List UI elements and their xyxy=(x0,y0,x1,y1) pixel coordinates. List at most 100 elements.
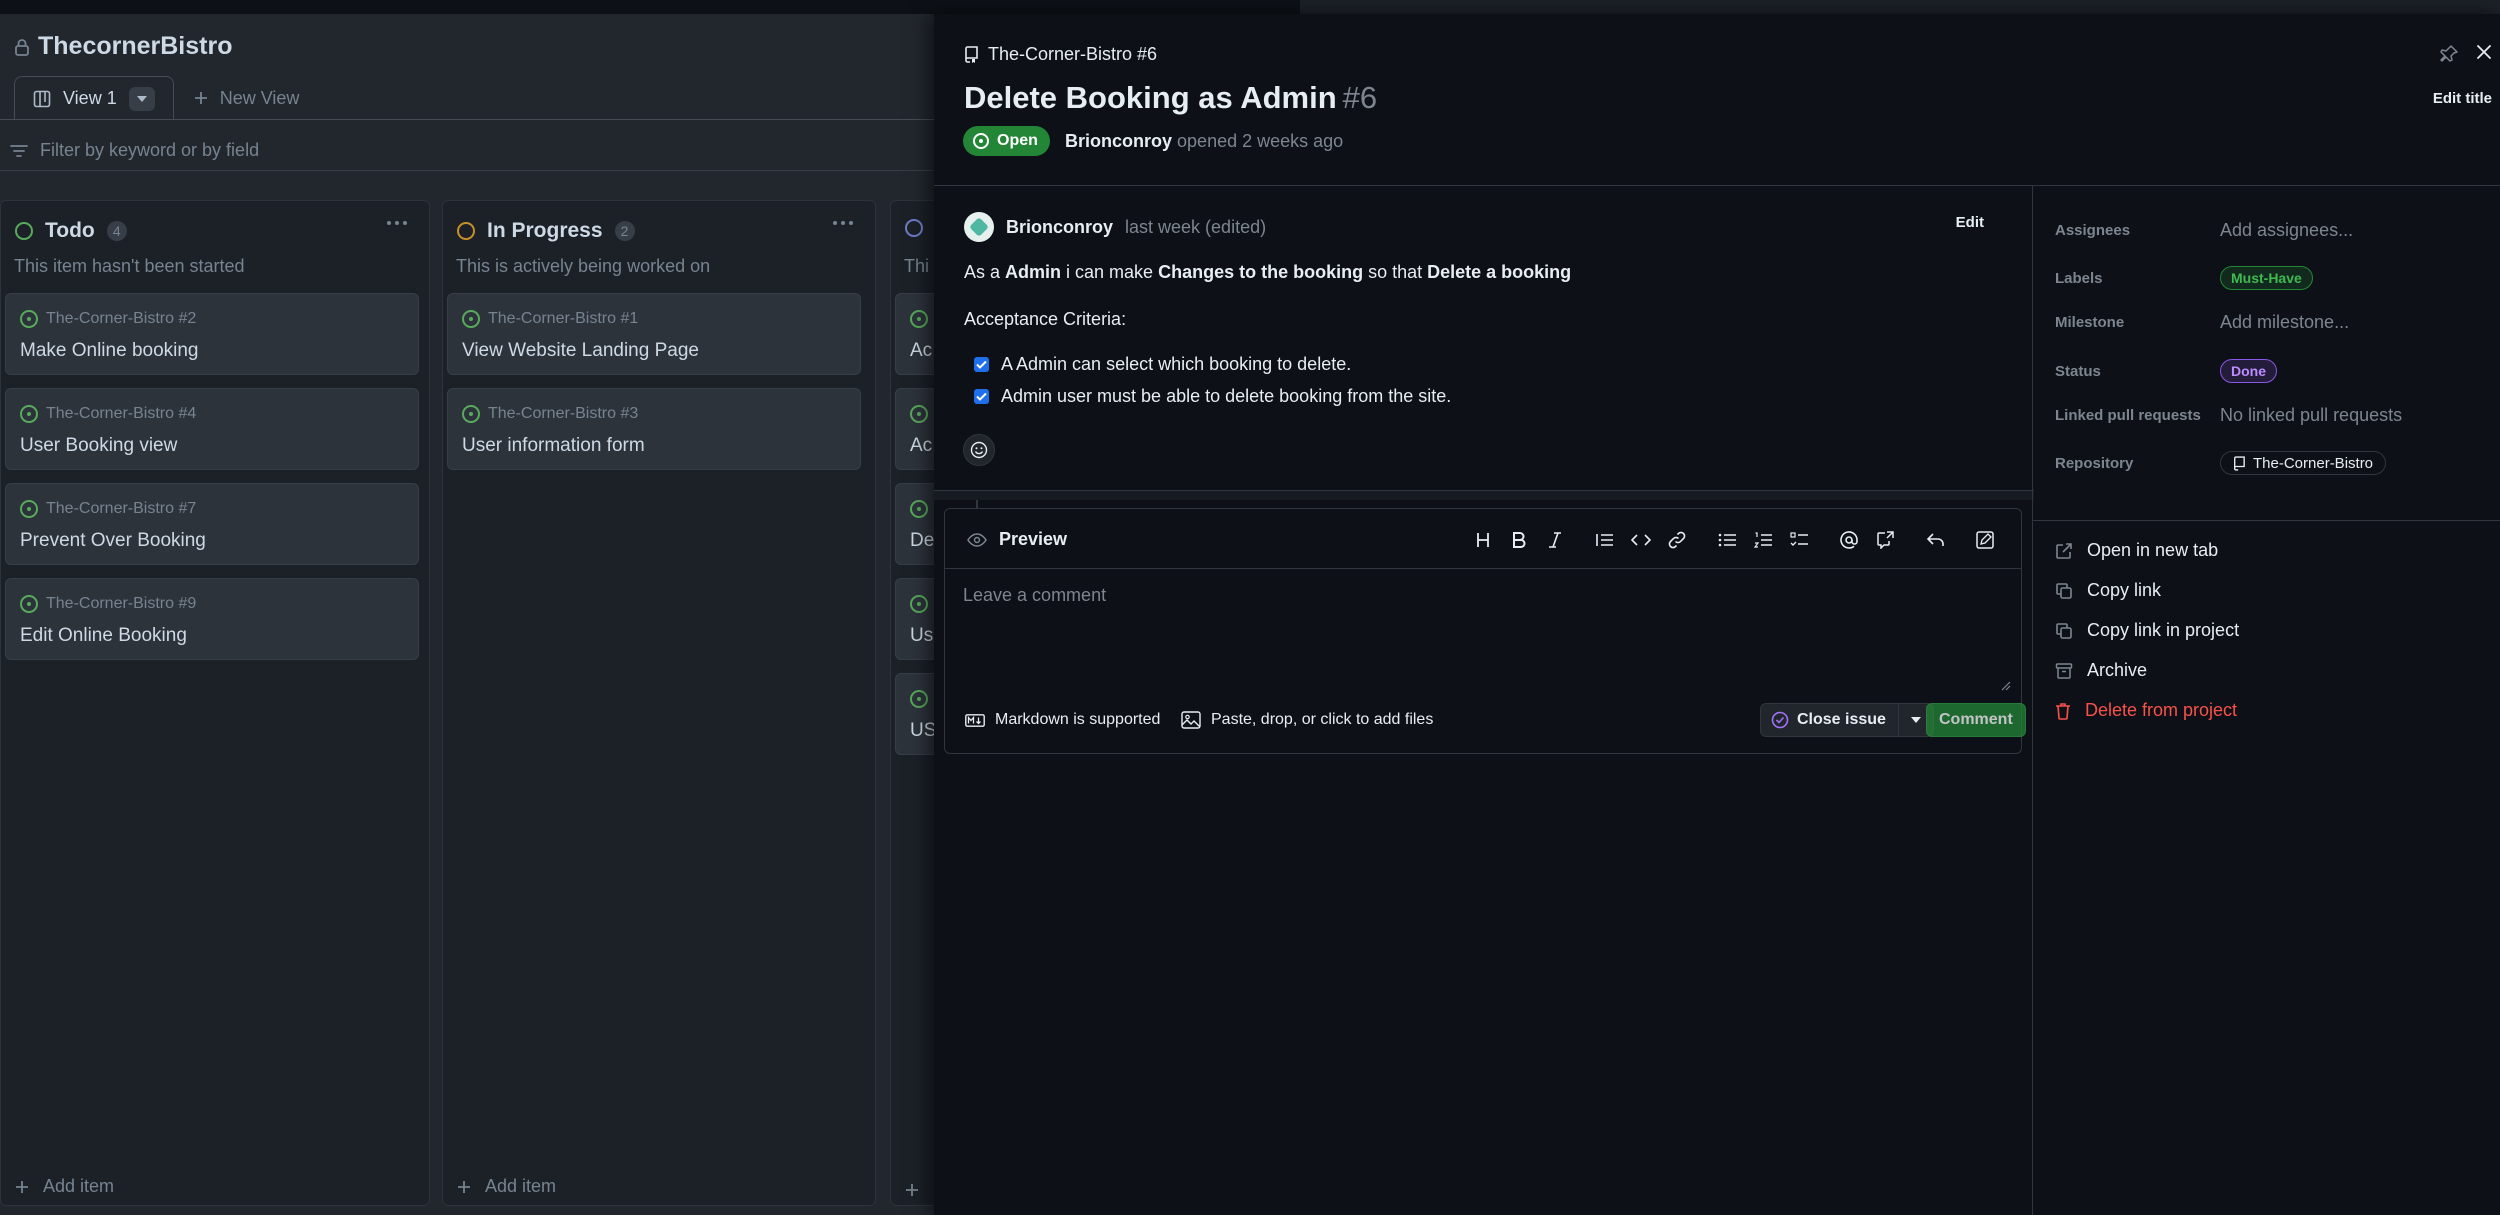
mention-button[interactable] xyxy=(1831,525,1867,555)
board-card[interactable]: The-Corner-Bistro #7 Prevent Over Bookin… xyxy=(5,483,419,565)
card-title[interactable]: User information form xyxy=(462,435,645,457)
quote-button[interactable] xyxy=(1587,525,1623,555)
issue-open-icon xyxy=(910,595,928,613)
column-menu-button[interactable] xyxy=(833,221,853,225)
board-card[interactable]: The-Corner-Bistro #2 Make Online booking xyxy=(5,293,419,375)
tab-preview[interactable]: Preview xyxy=(967,529,1067,550)
card-title[interactable]: Edit Online Booking xyxy=(20,625,187,647)
board-card[interactable]: The-Corner-Bistro #4 User Booking view xyxy=(5,388,419,470)
action-label: Delete from project xyxy=(2085,700,2238,720)
card-title[interactable]: Us xyxy=(910,625,933,647)
link-button[interactable] xyxy=(1659,525,1695,555)
card-title[interactable]: Prevent Over Booking xyxy=(20,530,206,552)
card-title[interactable]: Ac xyxy=(910,435,932,457)
edit-title-button[interactable]: Edit title xyxy=(2433,90,2492,107)
close-panel-button[interactable] xyxy=(2474,42,2494,62)
italic-icon xyxy=(1549,532,1561,548)
new-view-button[interactable]: New View xyxy=(174,87,300,109)
markdown-link[interactable]: Markdown is supported xyxy=(965,711,1160,729)
comment-composer: Preview Leave a comment Markdown is supp… xyxy=(944,508,2026,754)
card-title[interactable]: Ac xyxy=(910,340,932,362)
plus-icon xyxy=(16,1180,28,1193)
attach-note: Paste, drop, or click to add files xyxy=(1211,711,1434,728)
status-badge[interactable]: Done xyxy=(2220,359,2277,383)
add-item-button[interactable] xyxy=(905,1183,919,1197)
board-card[interactable]: The-Corner-Bistro #3 User information fo… xyxy=(447,388,861,470)
attach-files-button[interactable]: Paste, drop, or click to add files xyxy=(1181,711,1433,729)
repository-key: Repository xyxy=(2055,454,2134,472)
pin-button[interactable] xyxy=(2439,44,2459,64)
filter-placeholder: Filter by keyword or by field xyxy=(40,140,260,160)
column-header: Todo 4 xyxy=(15,219,127,243)
tab-view-1[interactable]: View 1 xyxy=(14,76,174,120)
close-icon xyxy=(2477,45,2491,59)
filter-bar[interactable]: Filter by keyword or by field xyxy=(10,140,259,161)
comment-meta[interactable]: last week (edited) xyxy=(1125,217,1266,238)
label-must-have[interactable]: Must-Have xyxy=(2220,266,2313,290)
copy-link-action[interactable]: Copy link xyxy=(2055,580,2161,601)
task-list-button[interactable] xyxy=(1781,525,1817,555)
check-icon xyxy=(976,392,987,401)
filter-icon xyxy=(10,144,28,157)
saved-reply-button[interactable] xyxy=(1917,525,1953,555)
story-text: i can make xyxy=(1061,262,1159,282)
copy-icon xyxy=(2056,622,2072,639)
delete-from-project-action[interactable]: Delete from project xyxy=(2055,700,2237,721)
issue-title: Delete Booking as Admin #6 xyxy=(964,80,1377,116)
issue-sidebar: Assignees Add assignees... Labels Must-H… xyxy=(2032,186,2500,1215)
new-view-label: New View xyxy=(219,87,300,108)
avatar[interactable] xyxy=(964,212,994,242)
bold-button[interactable] xyxy=(1501,525,1537,555)
eye-icon xyxy=(967,532,987,547)
fullscreen-icon xyxy=(1976,531,1994,549)
assignees-value[interactable]: Add assignees... xyxy=(2220,220,2353,241)
card-title[interactable]: De xyxy=(910,530,934,552)
card-title[interactable]: View Website Landing Page xyxy=(462,340,699,362)
cross-reference-button[interactable] xyxy=(1867,525,1903,555)
composer-footer: Markdown is supported Paste, drop, or cl… xyxy=(945,689,2026,753)
italic-button[interactable] xyxy=(1537,525,1573,555)
archive-action[interactable]: Archive xyxy=(2055,660,2147,681)
view-options-button[interactable] xyxy=(128,86,155,111)
reply-icon xyxy=(1926,533,1944,546)
task-checkbox[interactable] xyxy=(974,357,989,372)
close-issue-button[interactable]: Close issue xyxy=(1761,704,1899,736)
add-item-button[interactable]: Add item xyxy=(15,1176,114,1197)
heading-button[interactable] xyxy=(1465,525,1501,555)
code-button[interactable] xyxy=(1623,525,1659,555)
issue-open-icon xyxy=(910,690,928,708)
card-title[interactable]: US xyxy=(910,720,936,742)
card-title[interactable]: Make Online booking xyxy=(20,340,199,362)
repository-row: Repository The-Corner-Bistro xyxy=(2055,451,2495,475)
card-title[interactable]: User Booking view xyxy=(20,435,177,457)
comment-author[interactable]: Brionconroy xyxy=(1006,217,1113,238)
status-key: Status xyxy=(2055,362,2101,380)
fullscreen-button[interactable] xyxy=(1967,525,2003,555)
author-link[interactable]: Brionconroy xyxy=(1065,131,1172,151)
plus-icon xyxy=(458,1180,470,1193)
status-circle-icon xyxy=(457,222,475,240)
card-ref: The-Corner-Bistro #7 xyxy=(46,500,197,517)
card-ref: The-Corner-Bistro #9 xyxy=(46,595,197,612)
repository-link[interactable]: The-Corner-Bistro xyxy=(2220,451,2387,475)
copy-link-in-project-action[interactable]: Copy link in project xyxy=(2055,620,2239,641)
edit-comment-button[interactable]: Edit xyxy=(1956,214,1984,231)
open-in-new-tab-action[interactable]: Open in new tab xyxy=(2055,540,2218,561)
column-menu-button[interactable] xyxy=(387,221,407,225)
unordered-list-button[interactable] xyxy=(1709,525,1745,555)
linked-prs-value: No linked pull requests xyxy=(2220,405,2403,425)
action-label: Copy link in project xyxy=(2087,620,2240,640)
board-card[interactable]: The-Corner-Bistro #9 Edit Online Booking xyxy=(5,578,419,660)
comment-input[interactable] xyxy=(955,575,2013,689)
task-checkbox[interactable] xyxy=(974,389,989,404)
issue-repo-ref[interactable]: The-Corner-Bistro #6 xyxy=(964,44,1157,65)
user-story: As a Admin i can make Changes to the boo… xyxy=(964,262,1571,283)
add-reaction-button[interactable] xyxy=(963,434,995,466)
card-ref: The-Corner-Bistro #1 xyxy=(488,310,639,327)
ordered-list-button[interactable] xyxy=(1745,525,1781,555)
milestone-key: Milestone xyxy=(2055,314,2125,331)
board-card[interactable]: The-Corner-Bistro #1 View Website Landin… xyxy=(447,293,861,375)
add-item-button[interactable]: Add item xyxy=(457,1176,556,1197)
milestone-value[interactable]: Add milestone... xyxy=(2220,312,2349,333)
comment-button[interactable]: Comment xyxy=(1926,703,2026,737)
